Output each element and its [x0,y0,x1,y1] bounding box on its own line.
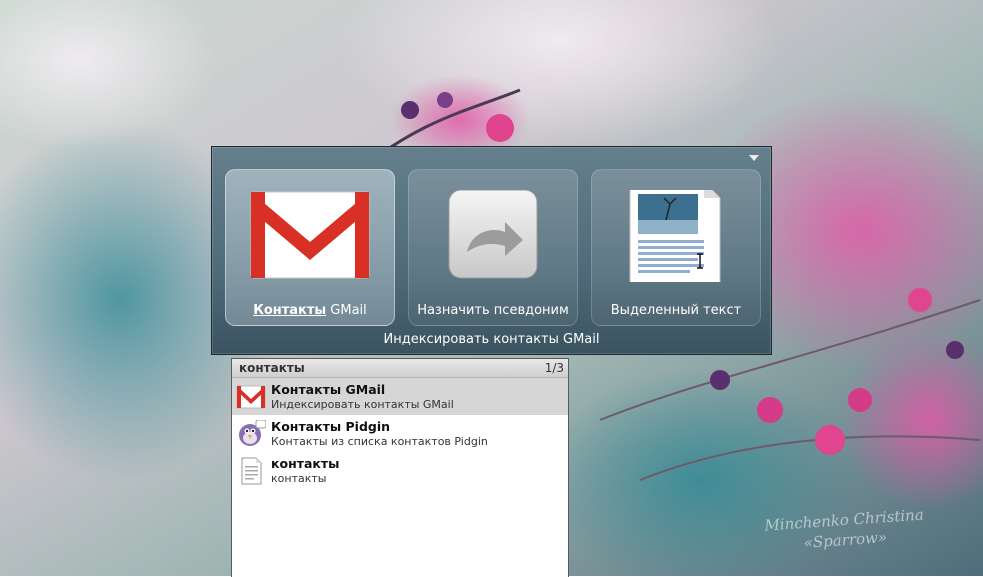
pidgin-icon [239,420,266,446]
tile-assign-alias[interactable]: Назначить псевдоним [408,169,578,326]
launcher-window: Контакты GMail Назначить псевдоним Выдел… [211,146,772,355]
list-item-title: Контакты Pidgin [271,419,391,434]
menu-dropdown-icon[interactable] [749,155,759,161]
action-description: Индексировать контакты GMail [383,332,600,347]
tile-selected-text[interactable]: Выделенный текст [591,169,761,326]
tile-label: Контакты GMail [253,303,367,318]
results-list: контакты 1/3 Контакты GMail Индексироват… [231,358,569,577]
results-header-title: контакты [239,361,305,375]
list-item[interactable]: Контакты Pidgin Контакты из списка конта… [232,415,568,452]
list-item-subtitle: Индексировать контакты GMail [271,398,454,411]
tile-gmail-contacts[interactable]: Контакты GMail [225,169,395,326]
tile-label: Выделенный текст [610,303,742,318]
list-item-title: контакты [271,456,340,471]
list-item-subtitle: контакты [271,472,327,485]
tile-label: Назначить псевдоним [417,303,569,318]
text-document-icon [629,190,721,282]
results-header: контакты 1/3 [232,359,568,378]
gmail-icon [236,385,266,409]
list-item-subtitle: Контакты из списка контактов Pidgin [271,435,488,448]
results-counter: 1/3 [544,361,564,375]
alias-arrow-icon [448,190,538,279]
list-item-title: Контакты GMail [271,382,386,397]
document-icon [241,457,262,485]
list-item[interactable]: контакты контакты [232,452,568,489]
gmail-icon [250,191,370,279]
list-item[interactable]: Контакты GMail Индексировать контакты GM… [232,378,568,415]
